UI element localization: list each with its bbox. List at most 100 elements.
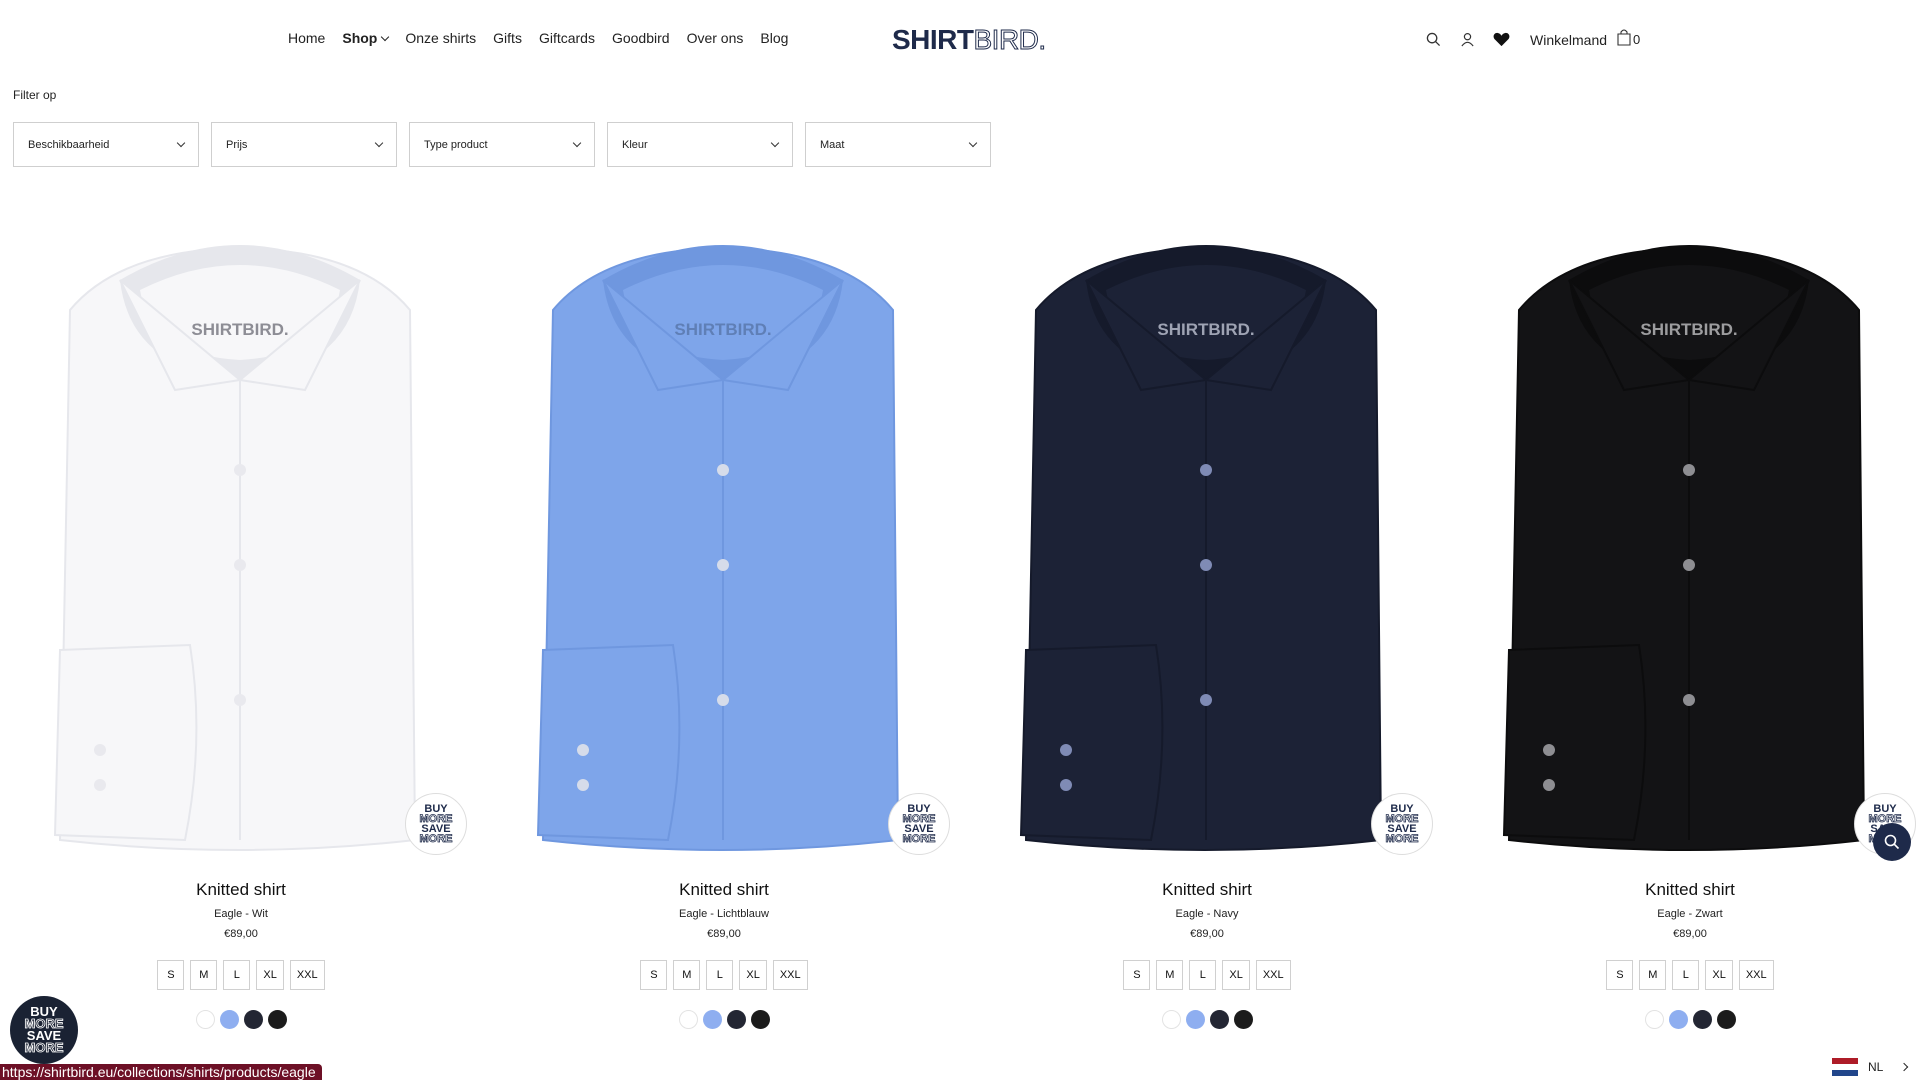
nav-label: Onze shirts (405, 30, 477, 46)
size-button[interactable]: S (1123, 960, 1151, 990)
size-button[interactable]: XXL (289, 960, 325, 990)
swatch-zwart[interactable] (1716, 1010, 1736, 1029)
site-header: Home Shop Onze shirts Gifts Giftcards Go… (0, 0, 1920, 80)
swatch-navy[interactable] (243, 1010, 263, 1029)
product-price: €89,00 (224, 928, 258, 940)
product-title[interactable]: Knitted shirt (0, 880, 482, 900)
swatch-lichtblauw[interactable] (219, 1010, 239, 1029)
nav-shop[interactable]: Shop (342, 30, 390, 46)
filter-kleur[interactable]: Kleur (607, 122, 793, 167)
swatch-zwart[interactable] (750, 1010, 770, 1029)
cart-count: 0 (1633, 32, 1641, 47)
nav-label: Over ons (686, 30, 744, 46)
product-image[interactable]: SHIRTBIRD.BUYMORESAVEMORE (483, 220, 965, 880)
swatch-zwart[interactable] (267, 1010, 287, 1029)
nav-label: Blog (760, 30, 789, 46)
search-icon[interactable] (1424, 31, 1442, 49)
promo-line: MORE (1385, 833, 1419, 845)
size-button[interactable]: S (640, 960, 668, 990)
buy-more-save-more-badge: BUYMORESAVEMORE (888, 793, 950, 855)
language-selector[interactable]: NL (1832, 1058, 1909, 1076)
size-button[interactable]: M (1639, 960, 1667, 990)
product-subtitle: Eagle - Zwart (1657, 908, 1723, 920)
nav-label: Giftcards (538, 30, 595, 46)
filter-beschikbaarheid[interactable]: Beschikbaarheid (13, 122, 199, 167)
swatch-wit[interactable] (678, 1010, 698, 1029)
size-button[interactable]: XXL (772, 960, 808, 990)
swatch-navy[interactable] (1692, 1010, 1712, 1029)
swatch-lichtblauw[interactable] (1668, 1010, 1688, 1029)
language-code: NL (1868, 1060, 1884, 1074)
product-title[interactable]: Knitted shirt (966, 880, 1448, 900)
product-image[interactable]: SHIRTBIRD.BUYMORESAVEMORE (1449, 220, 1920, 880)
nav-blog[interactable]: Blog (760, 30, 788, 46)
swatch-lichtblauw[interactable] (702, 1010, 722, 1029)
nav-onze-shirts[interactable]: Onze shirts (405, 30, 476, 46)
svg-text:SHIRTBIRD.: SHIRTBIRD. (1640, 320, 1737, 339)
product-card[interactable]: SHIRTBIRD.BUYMORESAVEMOREKnitted shirt Ea… (1449, 220, 1920, 1029)
cart-label[interactable]: Winkelmand (1530, 32, 1607, 48)
size-options: S M L XL XXL (1449, 960, 1920, 990)
swatch-navy[interactable] (726, 1010, 746, 1029)
filter-maat[interactable]: Maat (805, 122, 991, 167)
product-image[interactable]: SHIRTBIRD.BUYMORESAVEMORE (966, 220, 1448, 880)
shirt-illustration: SHIRTBIRD. (53, 245, 417, 851)
product-title[interactable]: Knitted shirt (483, 880, 965, 900)
header-actions: Winkelmand 0 (1424, 28, 1640, 51)
nav-gifts[interactable]: Gifts (493, 30, 522, 46)
floating-search-button[interactable] (1873, 823, 1911, 861)
size-button[interactable]: L (706, 960, 734, 990)
swatch-lichtblauw[interactable] (1185, 1010, 1205, 1029)
product-card[interactable]: SHIRTBIRD.BUYMORESAVEMOREKnitted shirtEa… (483, 220, 965, 1029)
promo-widget-button[interactable]: BUY MORE SAVE MORE (10, 996, 78, 1064)
heart-icon[interactable] (1492, 31, 1510, 49)
browser-status-url: https://shirtbird.eu/collections/shirts/… (0, 1064, 322, 1080)
size-button[interactable]: XL (256, 960, 284, 990)
size-button[interactable]: M (1156, 960, 1184, 990)
size-button[interactable]: L (1672, 960, 1700, 990)
site-logo[interactable]: SHIRTBIRD. (892, 24, 1047, 56)
size-button[interactable]: L (223, 960, 251, 990)
nav-label: Goodbird (611, 30, 670, 46)
product-info: Knitted shirt Eagle - Lichtblauw €89,00 S M L… (483, 880, 965, 1029)
size-options: S M L XL XXL (966, 960, 1448, 990)
swatch-wit[interactable] (195, 1010, 215, 1029)
product-title[interactable]: Knitted shirt (1449, 880, 1920, 900)
swatch-wit[interactable] (1644, 1010, 1664, 1029)
size-button[interactable]: M (190, 960, 218, 990)
svg-text:SHIRTBIRD.: SHIRTBIRD. (191, 320, 288, 339)
product-card[interactable]: SHIRTBIRD.BUYMORESAVEMOREKnitted shirtEa… (966, 220, 1448, 1029)
filter-prijs[interactable]: Prijs (211, 122, 397, 167)
swatch-navy[interactable] (1209, 1010, 1229, 1029)
bag-icon[interactable] (1617, 28, 1631, 51)
promo-line: MORE (24, 1040, 64, 1055)
size-button[interactable]: XL (1705, 960, 1733, 990)
nav-goodbird[interactable]: Goodbird (612, 30, 670, 46)
size-button[interactable]: XXL (1255, 960, 1291, 990)
size-button[interactable]: S (1606, 960, 1634, 990)
swatch-zwart[interactable] (1233, 1010, 1253, 1029)
product-card[interactable]: SHIRTBIRD.BUYMORESAVEMOREKnitted shirtEa… (0, 220, 482, 1029)
swatch-wit[interactable] (1161, 1010, 1181, 1029)
nav-over-ons[interactable]: Over ons (687, 30, 744, 46)
search-icon (1884, 834, 1900, 850)
size-button[interactable]: XL (1222, 960, 1250, 990)
color-swatches (483, 1010, 965, 1029)
size-button[interactable]: M (673, 960, 701, 990)
filter-title: Filter op (13, 88, 57, 102)
size-button[interactable]: XXL (1738, 960, 1774, 990)
shirt-illustration: SHIRTBIRD. (1502, 245, 1866, 851)
nav-home[interactable]: Home (288, 30, 325, 46)
filter-type-product[interactable]: Type product (409, 122, 595, 167)
netherlands-flag-icon (1832, 1058, 1858, 1076)
product-info: Knitted shirt Eagle - Navy €89,00 S M L XL XXL (966, 880, 1448, 1029)
chevron-down-icon (176, 138, 186, 148)
size-button[interactable]: S (157, 960, 185, 990)
filter-bar: Beschikbaarheid Prijs Type product Kleur… (13, 122, 1003, 167)
product-image[interactable]: SHIRTBIRD.BUYMORESAVEMORE (0, 220, 482, 880)
nav-giftcards[interactable]: Giftcards (539, 30, 595, 46)
chevron-right-icon (1900, 1062, 1909, 1072)
account-icon[interactable] (1458, 31, 1476, 49)
size-button[interactable]: L (1189, 960, 1217, 990)
size-button[interactable]: XL (739, 960, 767, 990)
